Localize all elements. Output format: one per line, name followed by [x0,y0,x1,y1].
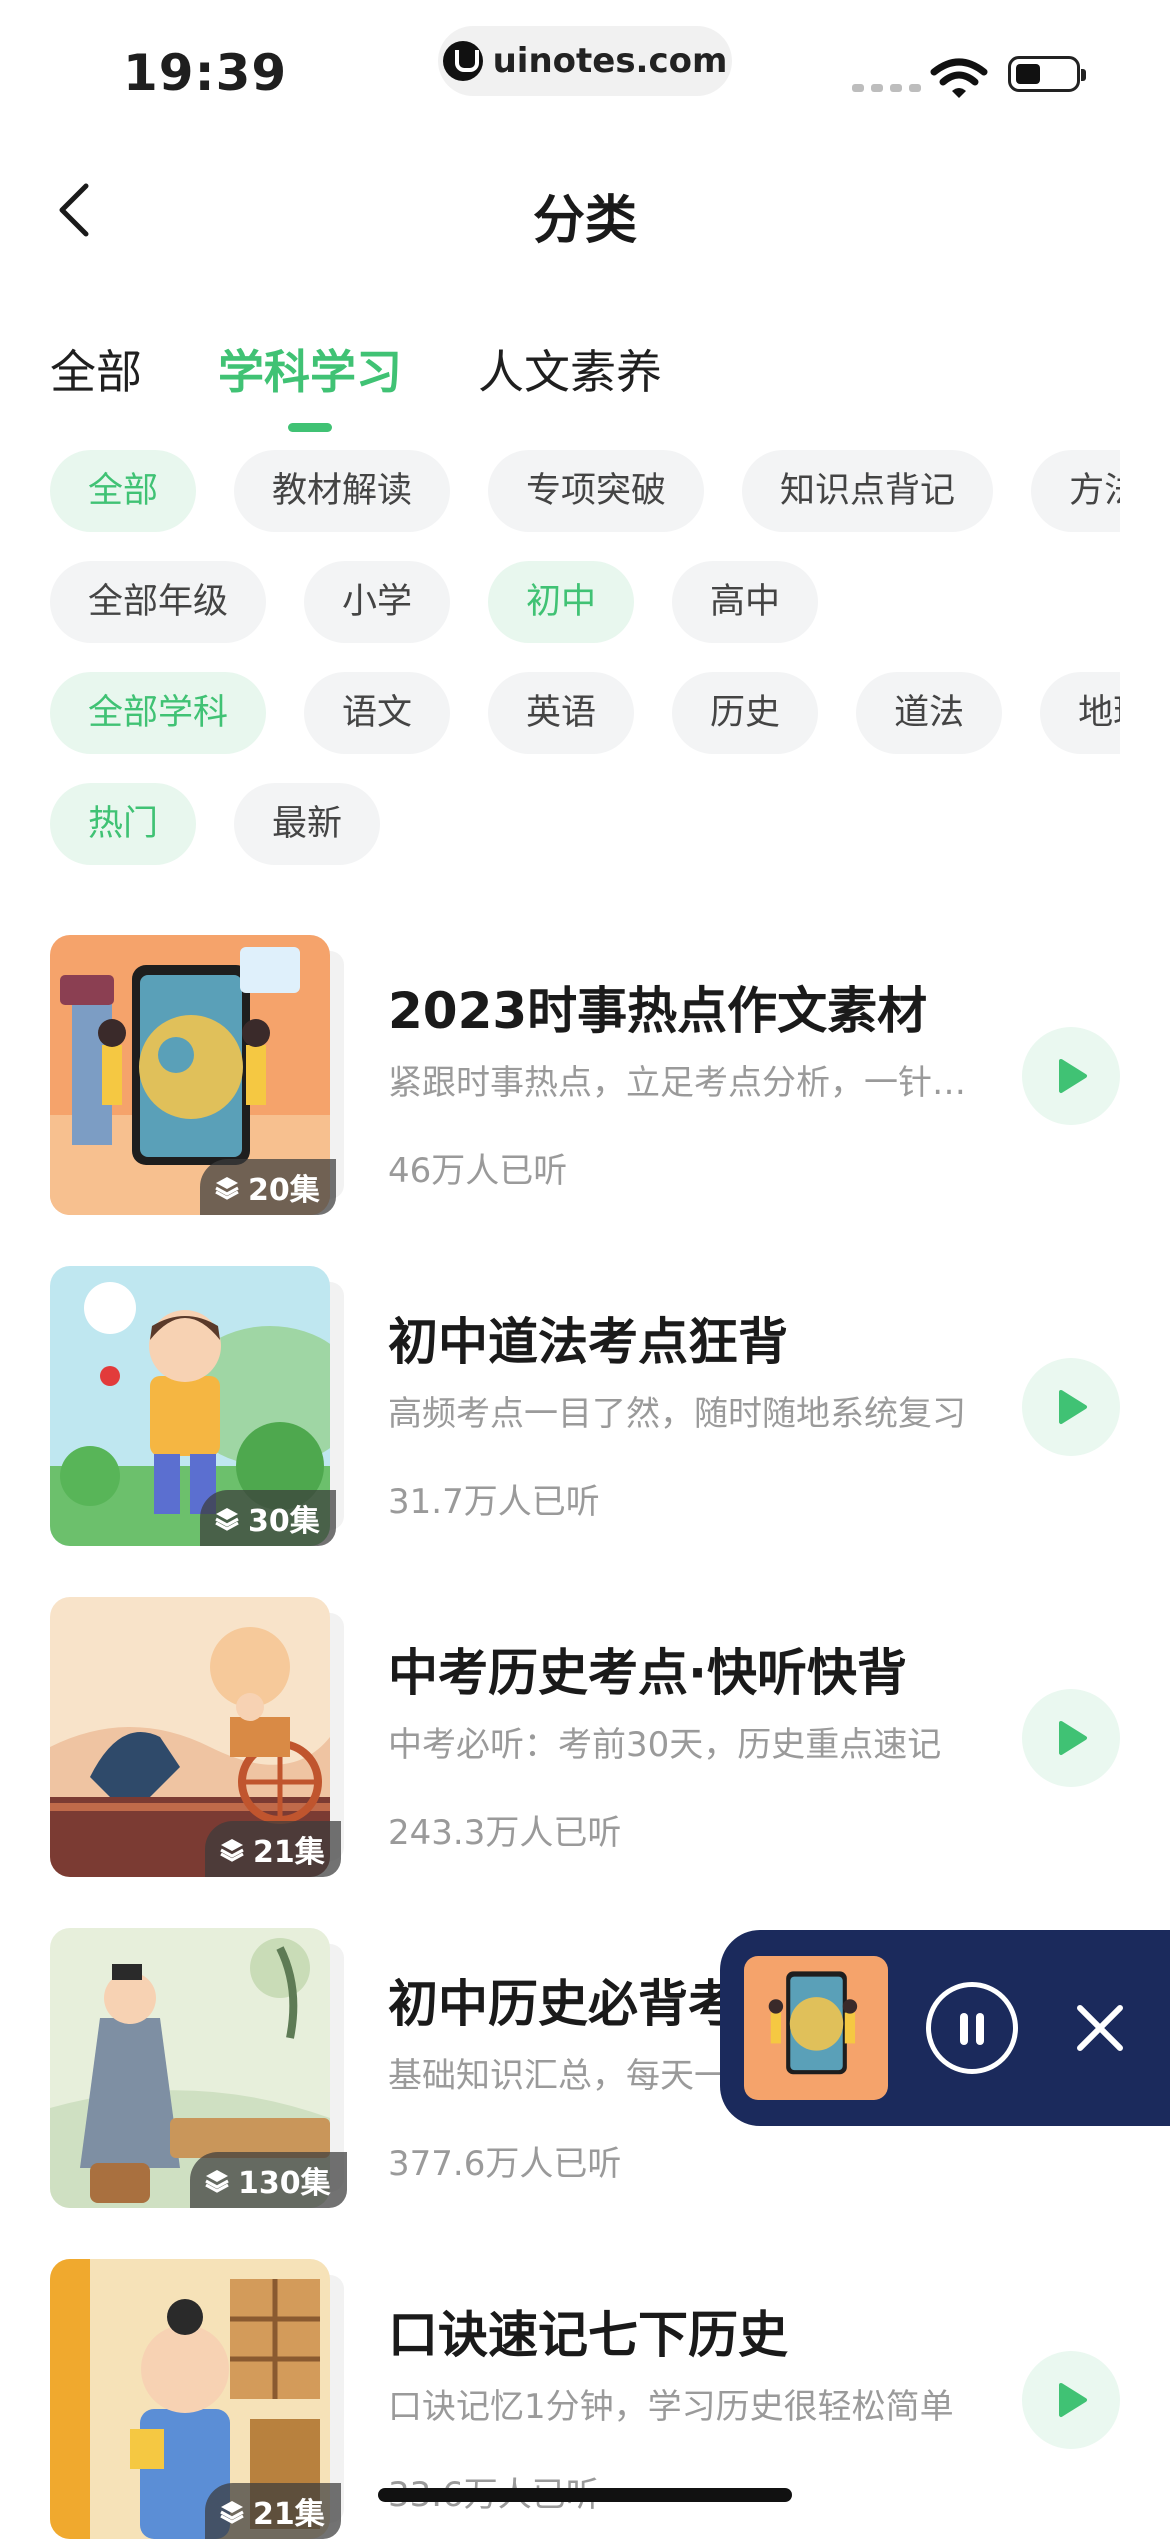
category-tabs: 全部 学科学习 人文素养 [50,336,662,402]
uinotes-logo-icon [442,41,483,81]
chip-grade-junior[interactable]: 初中 [488,561,635,643]
tab-humanities[interactable]: 人文素养 [478,336,662,402]
chip-type-special[interactable]: 专项突破 [488,450,705,532]
filter-row-grade: 全部年级 小学 初中 高中 [50,561,1120,643]
item-description: 高频考点一目了然，随时随地系统复习 [388,1394,966,1434]
chip-type-memorize[interactable]: 知识点背记 [742,450,994,532]
chip-grade-primary[interactable]: 小学 [304,561,451,643]
item-title: 初中道法考点狂背 [388,1313,788,1371]
tab-subject-study[interactable]: 学科学习 [218,336,402,402]
listener-count: 46万人已听 [388,1151,568,1191]
filter-row-subject: 全部学科 语文 英语 历史 道法 地理 [50,672,1120,754]
chip-subject-history[interactable]: 历史 [672,672,819,754]
layers-icon [220,2501,244,2524]
chip-subject-chinese[interactable]: 语文 [304,672,451,754]
chip-subject-english[interactable]: 英语 [488,672,635,754]
play-icon [1059,1059,1087,1093]
episode-badge: 130集 [190,2152,347,2208]
layers-icon [215,1177,239,1200]
chip-sort-hot[interactable]: 热门 [50,783,197,865]
item-description: 口诀记忆1分钟，学习历史很轻松简单 [388,2387,954,2427]
list-item[interactable]: 30集 初中道法考点狂背 高频考点一目了然，随时随地系统复习 31.7万人已听 [50,1266,1120,1548]
item-title: 2023时事热点作文素材 [388,982,928,1040]
page-title: 分类 [532,191,637,251]
listener-count: 243.3万人已听 [388,1813,622,1853]
list-item[interactable]: 21集 中考历史考点·快听快背 中考必听：考前30天，历史重点速记 243.3万… [50,1597,1120,1879]
item-title: 中考历史考点·快听快背 [388,1644,907,1702]
status-time: 19:39 [123,44,288,102]
play-button[interactable] [1022,1358,1120,1456]
episode-badge: 21集 [205,1821,341,1877]
episode-badge: 30集 [200,1490,336,1546]
play-icon [1059,1721,1087,1755]
chip-subject-all[interactable]: 全部学科 [50,672,267,754]
now-playing-cover-icon[interactable] [744,1956,888,2100]
episode-badge: 20集 [200,1159,336,1215]
filter-row-type: 全部 教材解读 专项突破 知识点背记 方法 [50,450,1120,532]
cellular-signal-icon [852,84,921,92]
battery-icon [1008,56,1086,92]
listener-count: 377.6万人已听 [388,2144,622,2184]
chip-type-method[interactable]: 方法 [1031,450,1120,532]
pause-button[interactable] [926,1982,1018,2074]
chip-type-textbook[interactable]: 教材解读 [234,450,451,532]
layers-icon [205,2170,229,2193]
chip-grade-all[interactable]: 全部年级 [50,561,267,643]
list-item[interactable]: 20集 2023时事热点作文素材 紧跟时事热点，立足考点分析，一针见血 46万人… [50,935,1120,1217]
filter-row-sort: 热门 最新 [50,783,1120,865]
home-indicator [378,2488,792,2502]
tab-all[interactable]: 全部 [50,336,142,402]
play-button[interactable] [1022,1027,1120,1125]
play-icon [1059,2383,1087,2417]
episode-badge: 21集 [205,2483,341,2539]
listener-count: 31.7万人已听 [388,1482,600,1522]
url-text: uinotes.com [492,41,728,81]
chip-subject-morality[interactable]: 道法 [856,672,1003,754]
layers-icon [215,1508,239,1531]
play-button[interactable] [1022,2351,1120,2449]
chip-type-all[interactable]: 全部 [50,450,197,532]
chip-grade-senior[interactable]: 高中 [672,561,819,643]
item-title: 口诀速记七下历史 [388,2306,788,2364]
mini-player[interactable] [720,1930,1170,2126]
play-button[interactable] [1022,1689,1120,1787]
chip-subject-geography[interactable]: 地理 [1040,672,1120,754]
play-icon [1059,1390,1087,1424]
chip-sort-new[interactable]: 最新 [234,783,381,865]
item-description: 紧跟时事热点，立足考点分析，一针见血 [388,1063,968,1103]
item-description: 中考必听：考前30天，历史重点速记 [388,1725,942,1765]
layers-icon [220,1839,244,1862]
url-pill[interactable]: uinotes.com [438,26,732,96]
wifi-icon [930,58,988,98]
close-icon[interactable] [1070,1998,1130,2058]
